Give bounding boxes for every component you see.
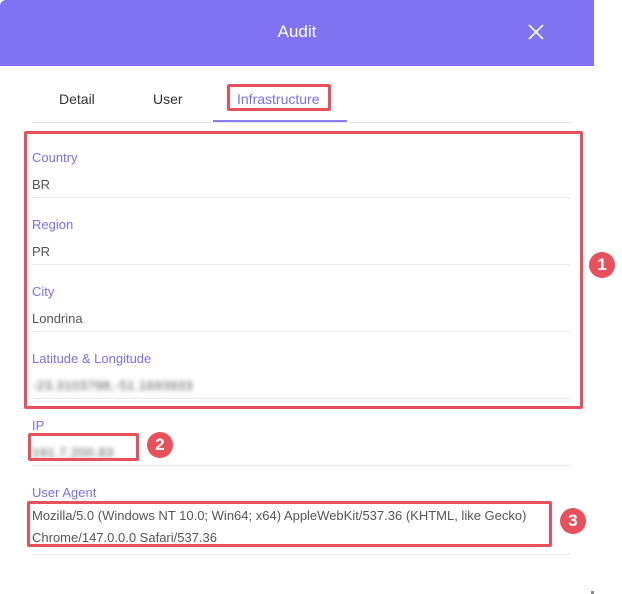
- user-agent-highlight-box: [27, 501, 552, 547]
- close-icon[interactable]: [525, 21, 547, 43]
- ip-highlight-box: [28, 433, 139, 461]
- divider: [32, 465, 570, 466]
- tab-user[interactable]: User: [153, 82, 183, 122]
- tab-detail[interactable]: Detail: [59, 82, 95, 122]
- user-agent-label: User Agent: [32, 485, 97, 500]
- annotation-badge-2: 2: [147, 432, 173, 458]
- annotation-badge-1: 1: [589, 252, 615, 278]
- ip-label: IP: [32, 418, 45, 433]
- dialog-title: Audit: [277, 22, 317, 41]
- tab-highlight-box: [227, 84, 331, 111]
- active-tab-indicator: [213, 120, 347, 122]
- dialog-header: Audit: [0, 0, 594, 66]
- divider: [32, 554, 570, 555]
- annotation-badge-3: 3: [560, 508, 586, 534]
- location-highlight-box: [24, 131, 583, 409]
